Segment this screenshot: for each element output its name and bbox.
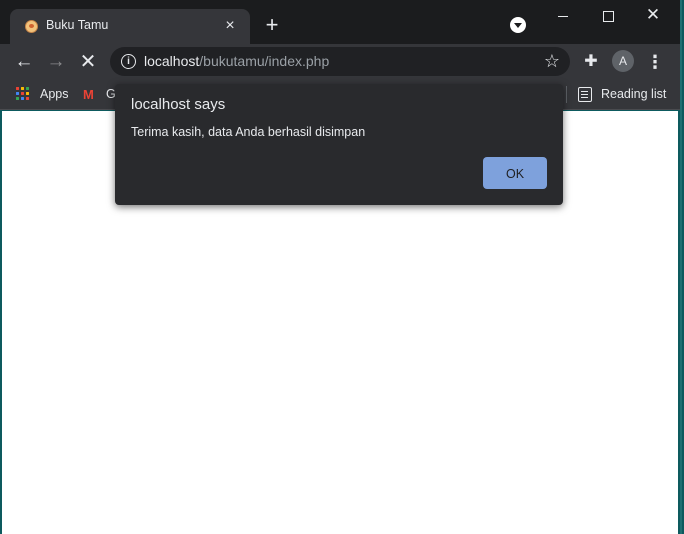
alert-dialog: localhost says Terima kasih, data Anda b… xyxy=(115,84,563,205)
window-close-icon[interactable]: ✕ xyxy=(630,0,676,32)
tab-strip: Buku Tamu × + ✕ xyxy=(0,0,680,44)
forward-arrow-icon[interactable]: → xyxy=(43,49,69,75)
new-tab-icon[interactable]: + xyxy=(260,14,284,38)
browser-menu-icon[interactable]: ⋮ xyxy=(645,50,665,74)
reading-list-label[interactable]: Reading list xyxy=(601,87,666,101)
bookmark-separator xyxy=(566,86,567,103)
url-text[interactable]: localhost/bukutamu/index.php xyxy=(144,53,329,69)
apps-grid-icon[interactable] xyxy=(16,87,30,101)
tab-search-icon[interactable] xyxy=(510,17,526,33)
tab-title: Buku Tamu xyxy=(46,18,109,32)
url-host: localhost xyxy=(144,53,200,69)
profile-avatar[interactable]: A xyxy=(612,50,634,72)
extensions-puzzle-icon[interactable]: ✚ xyxy=(580,51,602,73)
bookmark-apps-label[interactable]: Apps xyxy=(40,87,69,101)
tab-close-icon[interactable]: × xyxy=(220,16,240,36)
reading-list-icon[interactable] xyxy=(578,87,592,102)
browser-window: Buku Tamu × + ✕ ← → ✕ i localhost/bukuta… xyxy=(0,0,682,534)
bookmark-star-icon[interactable]: ☆ xyxy=(544,50,560,72)
ok-button[interactable]: OK xyxy=(483,157,547,189)
dialog-title: localhost says xyxy=(131,96,226,113)
dialog-message: Terima kasih, data Anda berhasil disimpa… xyxy=(131,125,366,139)
favicon-icon xyxy=(25,20,38,33)
browser-toolbar: ← → ✕ i localhost/bukutamu/index.php ☆ ✚… xyxy=(0,44,680,79)
url-path: /bukutamu/index.php xyxy=(199,53,330,69)
minimize-icon[interactable] xyxy=(540,0,586,32)
back-arrow-icon[interactable]: ← xyxy=(11,49,37,75)
tab-buku-tamu[interactable]: Buku Tamu × xyxy=(10,9,250,44)
site-info-icon[interactable]: i xyxy=(121,54,136,69)
gmail-icon[interactable]: M xyxy=(83,87,94,102)
maximize-icon[interactable] xyxy=(585,0,631,32)
address-bar[interactable]: i localhost/bukutamu/index.php ☆ xyxy=(110,47,570,76)
stop-loading-icon[interactable]: ✕ xyxy=(75,49,101,75)
